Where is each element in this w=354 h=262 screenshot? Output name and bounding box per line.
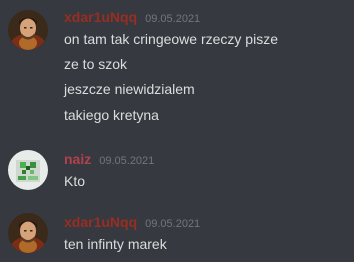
message-text: ten infinty marek <box>64 236 167 252</box>
message-text: ze to szok <box>64 56 128 72</box>
message-text: jeszcze niewidzialem <box>64 81 195 97</box>
message-text: Kto <box>64 173 86 189</box>
message-text: on tam tak cringeowe rzeczy pisze <box>64 31 278 47</box>
author-name[interactable]: xdar1uNqq <box>64 8 137 26</box>
message-header: xdar1uNqq 09.05.2021 <box>64 8 200 26</box>
message-timestamp: 09.05.2021 <box>99 155 155 167</box>
author-name[interactable]: xdar1uNqq <box>64 213 137 231</box>
pixel-art-avatar-icon[interactable] <box>8 150 48 190</box>
message-timestamp: 09.05.2021 <box>145 13 201 25</box>
author-name[interactable]: naiz <box>64 150 91 168</box>
message-header: xdar1uNqq 09.05.2021 <box>64 213 200 231</box>
message-header: naiz 09.05.2021 <box>64 150 154 168</box>
portrait-avatar-icon[interactable] <box>8 213 48 253</box>
message-timestamp: 09.05.2021 <box>145 218 201 230</box>
portrait-avatar-icon[interactable] <box>8 10 48 50</box>
message-text: takiego kretyna <box>64 107 159 123</box>
